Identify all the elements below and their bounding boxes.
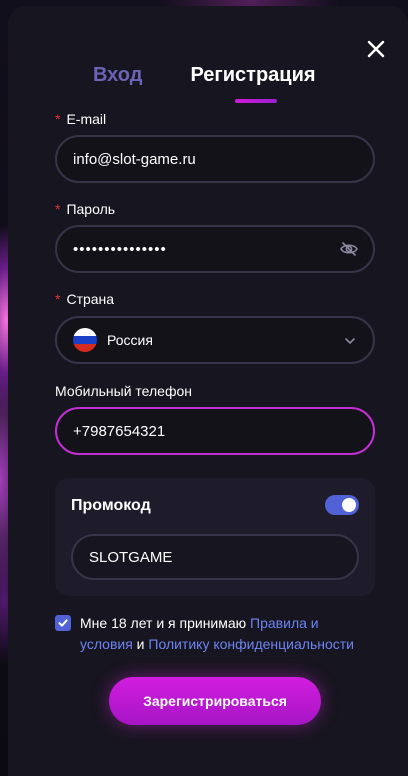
active-tab-indicator [235,99,277,103]
eye-off-icon[interactable] [339,239,359,259]
check-icon [58,619,68,627]
country-label: * Страна [55,291,115,307]
email-label: * E-mail [55,111,107,127]
promo-toggle[interactable] [325,495,359,515]
promo-section: Промокод [55,478,375,596]
email-field[interactable] [55,135,375,183]
promo-input[interactable] [89,548,339,566]
password-label: * Пароль [55,201,116,217]
russia-flag-icon [73,328,97,352]
required-mark: * [55,201,61,217]
required-mark: * [55,291,61,307]
country-select[interactable]: Россия [55,316,375,364]
password-input[interactable]: ••••••••••••••• [73,241,167,258]
agreement-row: Мне 18 лет и я принимаю Правила и услови… [55,613,375,655]
privacy-link[interactable]: Политику конфиденциальности [148,636,354,652]
password-field[interactable]: ••••••••••••••• [55,225,375,273]
auth-tabs: Вход Регистрация [93,64,316,104]
chevron-down-icon[interactable] [341,332,359,350]
toggle-knob [342,498,356,512]
registration-modal: Вход Регистрация *E-mail *Пароль •••••••… [8,6,408,776]
country-value: Россия [107,332,153,348]
tab-login[interactable]: Вход [93,64,142,104]
email-input[interactable] [73,150,313,168]
required-mark: * [55,111,61,127]
close-icon[interactable] [366,39,386,59]
register-button[interactable]: Зарегистрироваться [109,677,321,725]
phone-label: Мобильный телефон [55,383,192,399]
phone-input[interactable] [73,422,313,440]
phone-field[interactable] [55,407,375,455]
agreement-checkbox[interactable] [55,615,71,631]
promo-field[interactable] [71,534,359,580]
promo-title: Промокод [71,497,151,514]
agreement-text: Мне 18 лет и я принимаю Правила и услови… [80,615,355,652]
tab-register[interactable]: Регистрация [190,64,315,104]
